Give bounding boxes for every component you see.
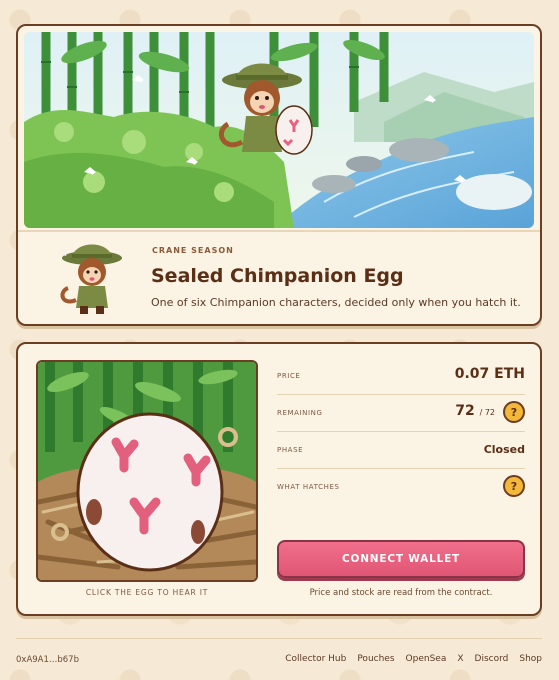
hero-info: CRANE SEASON Sealed Chimpanion Egg One o… xyxy=(18,230,540,324)
help-icon[interactable]: ? xyxy=(503,475,525,497)
page-subtitle: One of six Chimpanion characters, decide… xyxy=(151,296,521,309)
season-eyebrow: CRANE SEASON xyxy=(152,246,234,255)
footer-link-x[interactable]: X xyxy=(457,654,463,664)
footer-link-pouches[interactable]: Pouches xyxy=(357,654,394,664)
contract-note: Price and stock are read from the contra… xyxy=(309,588,493,598)
footer-links: Collector Hub Pouches OpenSea X Discord … xyxy=(285,654,542,664)
remaining-count: 72 xyxy=(455,403,475,419)
phase-value: Closed xyxy=(483,443,525,456)
hero-card: CRANE SEASON Sealed Chimpanion Egg One o… xyxy=(16,24,542,326)
remaining-total: / 72 xyxy=(479,408,495,417)
footer: 0xA9A1…b67b Collector Hub Pouches OpenSe… xyxy=(16,638,542,680)
footer-link-discord[interactable]: Discord xyxy=(475,654,509,664)
price-value: 0.07 ETH xyxy=(454,366,525,382)
remaining-row: REMAINING 72 / 72 ? xyxy=(277,395,525,432)
connect-wallet-button[interactable]: CONNECT WALLET xyxy=(277,540,525,578)
page-title: Sealed Chimpanion Egg xyxy=(151,265,404,287)
footer-link-collector-hub[interactable]: Collector Hub xyxy=(285,654,346,664)
chimpanion-mascot xyxy=(52,240,132,320)
phase-row: PHASE Closed xyxy=(277,432,525,469)
footer-link-opensea[interactable]: OpenSea xyxy=(406,654,447,664)
product-card: CLICK THE EGG TO HEAR IT PRICE 0.07 ETH … xyxy=(16,342,542,616)
egg-caption: CLICK THE EGG TO HEAR IT xyxy=(85,588,209,597)
remaining-label: REMAINING xyxy=(277,409,323,417)
help-icon[interactable]: ? xyxy=(503,401,525,423)
hatches-row: WHAT HATCHES ? xyxy=(277,469,525,506)
bamboo-river-scene xyxy=(24,32,534,228)
price-row: PRICE 0.07 ETH xyxy=(277,358,525,395)
hatches-label: WHAT HATCHES xyxy=(277,483,340,491)
phase-label: PHASE xyxy=(277,446,304,454)
wallet-address[interactable]: 0xA9A1…b67b xyxy=(16,655,79,665)
remaining-value: 72 / 72 xyxy=(455,403,495,419)
egg-button[interactable] xyxy=(36,360,258,582)
price-label: PRICE xyxy=(277,372,301,380)
spec-list: PRICE 0.07 ETH REMAINING 72 / 72 ? PHASE… xyxy=(277,358,525,506)
footer-link-shop[interactable]: Shop xyxy=(519,654,542,664)
